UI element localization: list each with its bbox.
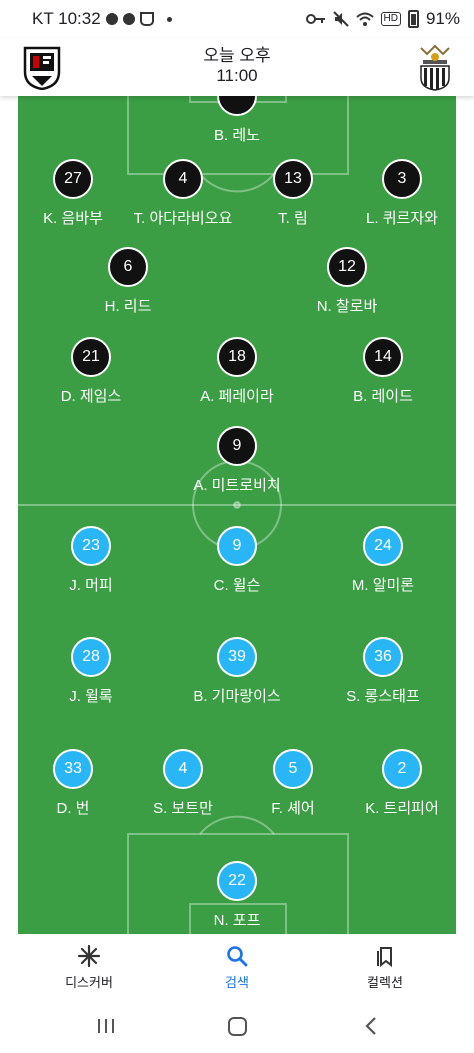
player-name: D. 제임스 <box>60 388 122 405</box>
player-number: 33 <box>53 749 93 789</box>
nav-discover[interactable]: 디스커버 <box>29 944 149 991</box>
player-name: N. 찰로바 <box>316 298 378 315</box>
match-kickoff: 11:00 <box>216 66 258 85</box>
player-name: T. 아다라비오요 <box>133 210 233 227</box>
player-number: 2 <box>382 749 422 789</box>
player-number: 36 <box>363 637 403 677</box>
system-nav-bar <box>0 1000 474 1053</box>
player-number: 21 <box>71 337 111 377</box>
player-number: 4 <box>163 749 203 789</box>
player-number: 9 <box>217 526 257 566</box>
carrier-time: KT 10:32 <box>32 9 101 28</box>
bookmarks-icon <box>377 947 392 968</box>
player-name: N. 포프 <box>213 912 261 929</box>
player-name: B. 레노 <box>214 127 260 144</box>
player-away[interactable]: 2 K. 트리피어 <box>342 749 456 818</box>
player-away[interactable]: 36 S. 롱스태프 <box>323 637 443 706</box>
nav-collections-label: 컬렉션 <box>367 975 403 990</box>
player-number: 14 <box>363 337 403 377</box>
player-away[interactable]: 24 M. 알미론 <box>323 526 443 595</box>
player-home[interactable]: 4 T. 아다라비오요 <box>123 159 243 228</box>
battery-level: 91% <box>425 9 460 28</box>
player-home[interactable]: 14 B. 레이드 <box>323 337 443 406</box>
facebook-icon <box>105 13 118 25</box>
wifi-icon <box>355 12 374 26</box>
player-name: K. 트리피어 <box>365 800 439 817</box>
player-name: H. 리드 <box>104 298 152 315</box>
pitch: B. 레노 27 K. 음바부 4 T. 아다라비오요 13 T. 림 3 L.… <box>18 96 456 934</box>
trophy-icon <box>139 12 154 26</box>
player-name: T. 림 <box>278 210 308 227</box>
player-name: J. 머피 <box>69 577 113 594</box>
player-away[interactable]: 23 J. 머피 <box>31 526 151 595</box>
player-name: F. 셰어 <box>271 800 315 817</box>
player-number <box>217 96 257 116</box>
player-number: 12 <box>327 247 367 287</box>
player-name: B. 레이드 <box>353 388 413 405</box>
home-icon[interactable] <box>227 1016 249 1038</box>
player-number: 18 <box>217 337 257 377</box>
back-icon[interactable] <box>363 1016 379 1036</box>
player-name: M. 알미론 <box>351 577 415 594</box>
nav-search-label: 검색 <box>225 975 249 990</box>
match-time: 오늘 오후 11:00 <box>0 46 474 86</box>
bottom-nav: 디스커버 검색 컬렉션 <box>0 934 474 1000</box>
player-number: 9 <box>217 426 257 466</box>
player-away[interactable]: 39 B. 기마랑이스 <box>177 637 297 706</box>
player-name: A. 페레이라 <box>200 388 274 405</box>
player-name: L. 퀴르자와 <box>366 210 438 227</box>
player-home[interactable]: 9 A. 미트로비치 <box>177 426 297 495</box>
asterisk-icon <box>77 944 101 968</box>
dot-icon <box>166 16 172 22</box>
player-name: B. 기마랑이스 <box>193 688 281 705</box>
player-away[interactable]: 4 S. 보트만 <box>123 749 243 818</box>
match-header: 오늘 오후 11:00 <box>0 38 474 96</box>
player-number: 4 <box>163 159 203 199</box>
player-name: D. 번 <box>56 800 90 817</box>
player-name: S. 롱스태프 <box>346 688 420 705</box>
player-name: A. 미트로비치 <box>193 477 281 494</box>
player-name: J. 윌록 <box>69 688 113 705</box>
player-away[interactable]: 5 F. 셰어 <box>233 749 353 818</box>
player-number: 5 <box>273 749 313 789</box>
player-number: 28 <box>71 637 111 677</box>
player-number: 39 <box>217 637 257 677</box>
soccer-ball-icon <box>122 13 135 25</box>
player-away[interactable]: 28 J. 윌록 <box>31 637 151 706</box>
player-number: 13 <box>273 159 313 199</box>
player-name: K. 음바부 <box>43 210 103 227</box>
player-number: 23 <box>71 526 111 566</box>
player-home[interactable]: 18 A. 페레이라 <box>177 337 297 406</box>
hd-icon: HD <box>380 12 401 26</box>
player-name: S. 보트만 <box>153 800 213 817</box>
player-home[interactable]: 27 K. 음바부 <box>18 159 133 228</box>
player-home-gk[interactable]: B. 레노 <box>177 96 297 145</box>
player-away[interactable]: 9 C. 윌슨 <box>177 526 297 595</box>
nav-discover-label: 디스커버 <box>65 975 113 990</box>
key-icon <box>305 14 325 24</box>
player-home[interactable]: 21 D. 제임스 <box>31 337 151 406</box>
player-number: 27 <box>53 159 93 199</box>
player-home[interactable]: 12 N. 찰로바 <box>287 247 407 316</box>
nav-collections[interactable]: 컬렉션 <box>325 944 445 991</box>
mute-icon <box>332 11 349 27</box>
player-number: 22 <box>217 861 257 901</box>
player-away[interactable]: 33 D. 번 <box>18 749 133 818</box>
player-away-gk[interactable]: 22 N. 포프 <box>177 861 297 930</box>
recent-apps-icon[interactable] <box>96 1016 116 1036</box>
nav-search[interactable]: 검색 <box>177 944 297 991</box>
player-home[interactable]: 13 T. 림 <box>233 159 353 228</box>
player-home[interactable]: 6 H. 리드 <box>68 247 188 316</box>
match-day: 오늘 오후 <box>203 46 271 65</box>
player-number: 6 <box>108 247 148 287</box>
player-number: 3 <box>382 159 422 199</box>
player-home[interactable]: 3 L. 퀴르자와 <box>342 159 456 228</box>
newcastle-crest-icon[interactable] <box>413 44 457 92</box>
search-icon <box>227 946 248 967</box>
status-bar: KT 10:32 HD 91% <box>0 0 474 38</box>
battery-icon <box>407 10 419 28</box>
player-name: C. 윌슨 <box>213 577 261 594</box>
player-number: 24 <box>363 526 403 566</box>
